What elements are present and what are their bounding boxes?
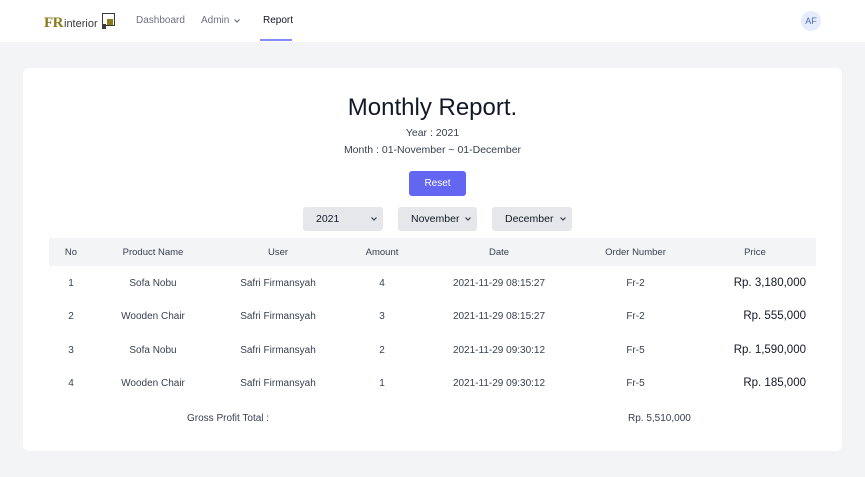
chevron-down-icon [234, 19, 241, 23]
row-user: Safri Firmansyah [240, 311, 316, 322]
row-no: 4 [68, 378, 74, 389]
row-product: Sofa Nobu [129, 278, 177, 289]
row-date: 2021-11-29 09:30:12 [452, 345, 546, 356]
row-amount: 2 [379, 345, 385, 356]
row-user: Safri Firmansyah [240, 278, 316, 289]
nav-admin-dropdown[interactable]: Admin [201, 14, 241, 28]
page-title: Monthly Report. [347, 94, 518, 121]
to-month-select-value: December [505, 213, 554, 225]
nav-report-link[interactable]: Report [263, 14, 293, 28]
header-no: No [64, 247, 78, 258]
row-order-number: Fr-2 [626, 278, 645, 289]
report-year-line: Year : 2021 [405, 127, 460, 139]
header-price: Price [744, 247, 766, 258]
gross-profit-value: Rp. 5,510,000 [628, 413, 691, 424]
report-month-line: Month : 01-November ~ 01-December [343, 144, 522, 156]
from-month-select-value: November [411, 213, 459, 225]
chevron-down-icon [371, 217, 377, 221]
row-order-number: Fr-5 [626, 378, 645, 389]
from-month-select[interactable]: November [398, 207, 477, 231]
row-price: Rp. 3,180,000 [733, 277, 806, 289]
row-user: Safri Firmansyah [240, 378, 316, 389]
logo-mark-icon [99, 13, 115, 31]
row-order-number: Fr-5 [626, 345, 645, 356]
row-no: 1 [68, 278, 74, 289]
row-product: Sofa Nobu [129, 345, 177, 356]
header-order-number: Order Number [605, 247, 666, 258]
row-date: 2021-11-29 08:15:27 [452, 278, 546, 289]
row-amount: 3 [379, 311, 385, 322]
header-user: User [267, 247, 289, 258]
row-order-number: Fr-2 [626, 311, 645, 322]
row-price: Rp. 1,590,000 [733, 344, 806, 356]
user-avatar[interactable]: AF [801, 11, 821, 31]
nav-active-indicator [260, 39, 292, 41]
gross-profit-label: Gross Profit Total : [187, 413, 270, 424]
row-user: Safri Firmansyah [240, 345, 316, 356]
logo-fr-text: FR [44, 15, 64, 31]
to-month-select[interactable]: December [492, 207, 572, 231]
header-date: Date [488, 247, 510, 258]
nav-admin-label: Admin [201, 15, 230, 26]
top-navbar: FR interior Dashboard Admin Report AF [0, 0, 865, 42]
chevron-down-icon [465, 217, 471, 221]
header-amount: Amount [365, 247, 399, 258]
reset-button[interactable]: Reset [409, 171, 466, 196]
nav-dashboard-link[interactable]: Dashboard [136, 14, 185, 28]
year-select-value: 2021 [316, 213, 340, 225]
chevron-down-icon [560, 217, 566, 221]
brand-logo[interactable]: FR interior [44, 11, 115, 31]
row-price: Rp. 555,000 [743, 310, 806, 322]
row-amount: 1 [379, 378, 385, 389]
row-price: Rp. 185,000 [743, 377, 806, 389]
row-no: 3 [68, 345, 74, 356]
header-product-name: Product Name [122, 247, 184, 258]
row-date: 2021-11-29 09:30:12 [452, 378, 546, 389]
row-product: Wooden Chair [121, 378, 185, 389]
row-date: 2021-11-29 08:15:27 [452, 311, 546, 322]
year-select[interactable]: 2021 [303, 207, 383, 231]
row-no: 2 [68, 311, 74, 322]
row-product: Wooden Chair [121, 311, 185, 322]
row-amount: 4 [379, 278, 385, 289]
logo-interior-text: interior [64, 18, 98, 30]
